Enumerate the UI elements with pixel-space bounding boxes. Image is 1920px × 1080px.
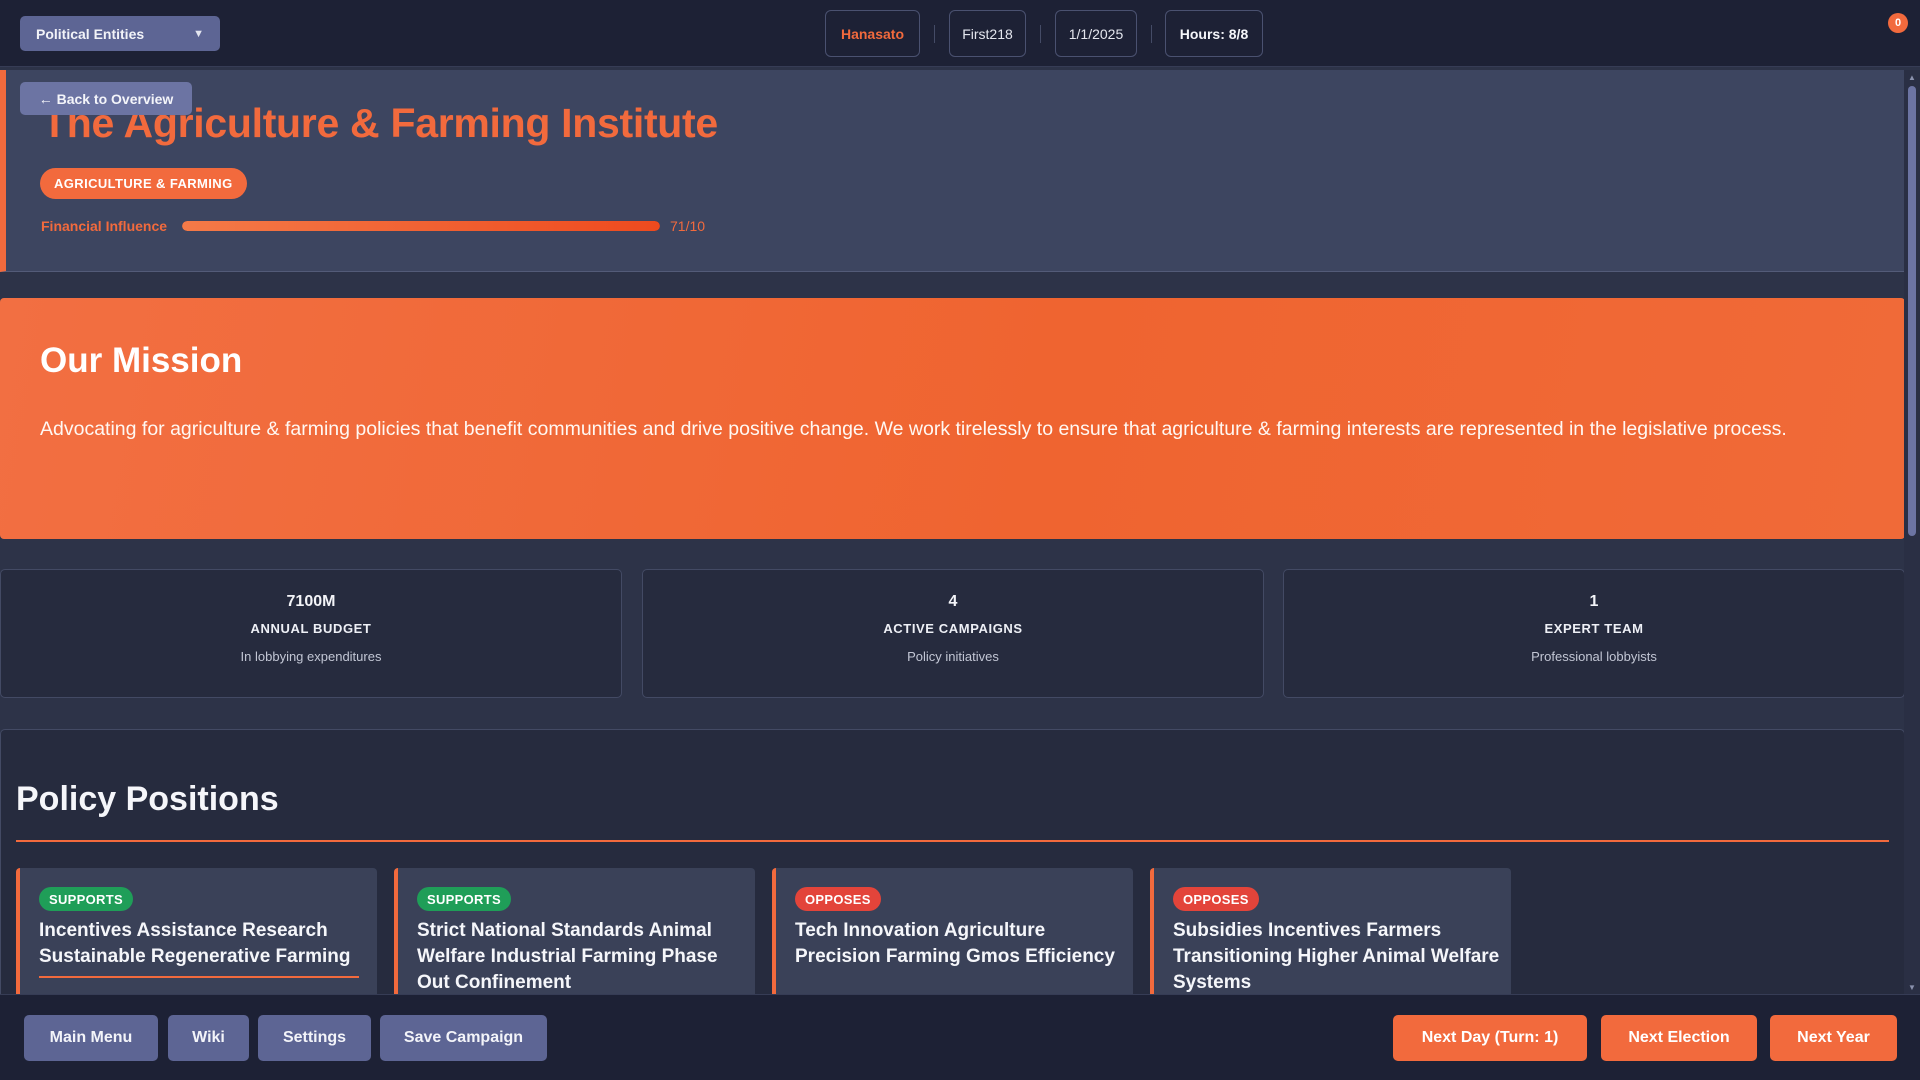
policy-card[interactable]: SUPPORTS Strict National Standards Anima… [394,868,755,994]
policy-underline [39,976,359,978]
divider [934,25,935,43]
policy-title: Strict National Standards Animal Welfare… [417,920,718,993]
main-menu-button[interactable]: Main Menu [24,1015,158,1061]
vertical-scrollbar[interactable]: ▲ ▼ [1904,70,1920,994]
stat-value: 7100M [286,593,336,610]
settings-button[interactable]: Settings [258,1015,371,1061]
chevron-down-icon: ▼ [193,27,204,40]
stat-subtext: In lobbying expenditures [240,649,382,664]
stance-badge-supports: SUPPORTS [39,887,133,911]
stat-subtext: Policy initiatives [907,649,999,664]
stat-label: EXPERT TEAM [1544,621,1644,636]
scroll-down-arrow-icon[interactable]: ▼ [1904,980,1920,994]
next-year-button[interactable]: Next Year [1770,1015,1897,1061]
top-bar: Political Entities ▼ Hanasato First218 1… [0,0,1920,67]
notification-badge[interactable]: 0 [1888,13,1908,33]
entity-select-label: Political Entities [36,25,145,42]
stat-value: 1 [1589,593,1599,610]
stat-label: ACTIVE CAMPAIGNS [883,621,1023,636]
save-campaign-button[interactable]: Save Campaign [380,1015,547,1061]
stance-badge-opposes: OPPOSES [1173,887,1259,911]
mission-heading: Our Mission [40,341,243,380]
stat-label: ANNUAL BUDGET [250,621,372,636]
bottom-bar: Main Menu Wiki Settings Save Campaign Ne… [0,994,1920,1080]
player-name-pill[interactable]: Hanasato [825,10,920,57]
stat-card-budget: 7100M ANNUAL BUDGET In lobbying expendit… [0,569,622,698]
policy-positions-panel: Policy Positions SUPPORTS Incentives Ass… [0,729,1905,994]
policy-title: Incentives Assistance Research Sustainab… [39,920,351,967]
policy-positions-heading: Policy Positions [16,780,279,818]
stat-card-campaigns: 4 ACTIVE CAMPAIGNS Policy initiatives [642,569,1264,698]
policy-card[interactable]: SUPPORTS Incentives Assistance Research … [16,868,377,994]
divider [16,840,1889,842]
financial-influence-label: Financial Influence [41,218,168,234]
stance-badge-supports: SUPPORTS [417,887,511,911]
policy-card[interactable]: OPPOSES Tech Innovation Agriculture Prec… [772,868,1133,994]
divider [1151,25,1152,43]
financial-influence-bar [182,221,660,231]
wiki-button[interactable]: Wiki [168,1015,249,1061]
financial-influence-value: 71/10 [670,218,706,234]
policy-card[interactable]: OPPOSES Subsidies Incentives Farmers Tra… [1150,868,1511,994]
scroll-up-arrow-icon[interactable]: ▲ [1904,70,1920,84]
mission-text: Advocating for agriculture & farming pol… [40,418,1787,440]
mission-panel: Our Mission Advocating for agriculture &… [0,298,1905,539]
next-day-button[interactable]: Next Day (Turn: 1) [1393,1015,1587,1061]
back-to-overview-button[interactable]: ← Back to Overview [20,82,192,115]
date-pill: 1/1/2025 [1055,10,1137,57]
divider [1040,25,1041,43]
stat-subtext: Professional lobbyists [1531,649,1657,664]
party-name-pill[interactable]: First218 [949,10,1026,57]
stance-badge-opposes: OPPOSES [795,887,881,911]
stat-value: 4 [948,593,958,610]
policy-title: Subsidies Incentives Farmers Transitioni… [1173,920,1500,993]
hours-pill: Hours: 8/8 [1165,10,1263,57]
stat-card-team: 1 EXPERT TEAM Professional lobbyists [1283,569,1905,698]
scrollbar-thumb[interactable] [1908,86,1916,536]
financial-influence-fill [182,221,660,231]
policy-title: Tech Innovation Agriculture Precision Fa… [795,920,1115,967]
category-badge: AGRICULTURE & FARMING [40,168,247,199]
next-election-button[interactable]: Next Election [1601,1015,1757,1061]
entity-type-select[interactable]: Political Entities ▼ [20,16,220,51]
